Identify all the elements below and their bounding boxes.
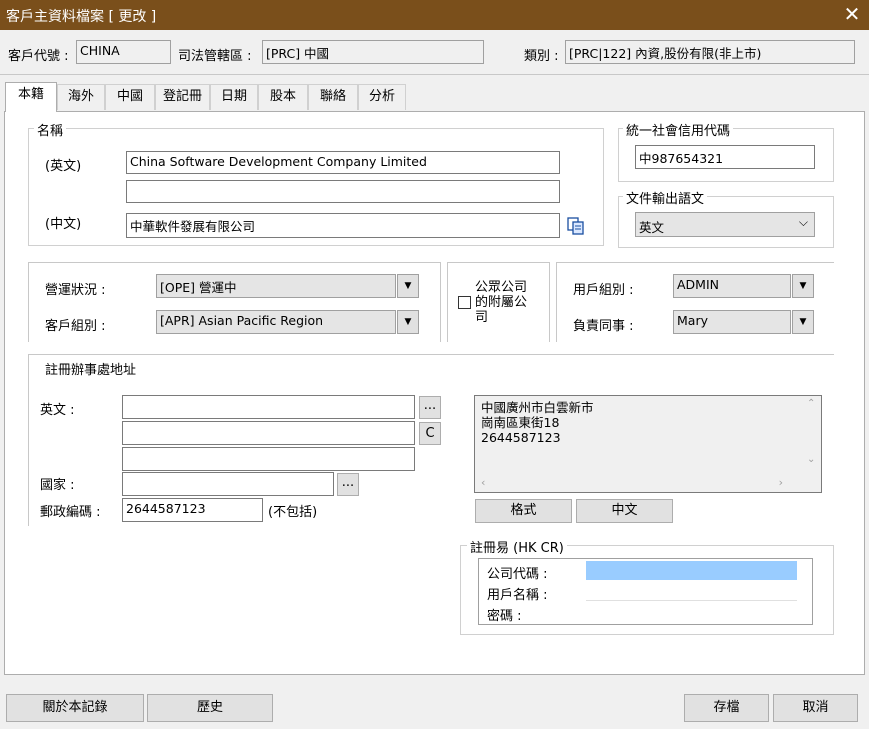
close-icon[interactable]: ✕ xyxy=(839,2,865,28)
client-code-label: 客戶代號 : xyxy=(8,49,69,64)
users-top-line xyxy=(556,262,834,263)
scroll-left-icon[interactable]: ‹ xyxy=(481,476,485,489)
operation-status-label: 營運狀況 : xyxy=(45,283,106,298)
english-name-label: (英文) xyxy=(45,159,82,174)
tab-contact[interactable]: 聯絡 xyxy=(308,84,358,110)
address-line1-input[interactable] xyxy=(122,395,415,419)
chinese-name-label: (中文) xyxy=(45,217,82,232)
subsidiary-top-line xyxy=(447,262,549,263)
country-ellipsis-button[interactable]: ... xyxy=(337,473,359,496)
cancel-button[interactable]: 取消 xyxy=(773,694,858,722)
password-label: 密碼 : xyxy=(487,609,522,624)
user-group-select[interactable]: ADMIN xyxy=(673,274,791,298)
subsidiary-right-line xyxy=(549,262,550,342)
vertical-scrollbar[interactable]: ⌃ ⌄ xyxy=(803,396,821,474)
save-button[interactable]: 存檔 xyxy=(684,694,769,722)
country-input[interactable] xyxy=(122,472,334,496)
tab-dates[interactable]: 日期 xyxy=(210,84,258,110)
header-divider xyxy=(0,74,869,75)
company-code-input[interactable] xyxy=(586,561,797,580)
address-english-label: 英文 : xyxy=(40,403,75,418)
username-label: 用戶名稱 : xyxy=(487,588,548,603)
username-input[interactable] xyxy=(586,582,797,601)
tab-analysis[interactable]: 分析 xyxy=(358,84,406,110)
country-label: 國家 : xyxy=(40,478,75,493)
address-title: 註冊辦事處地址 xyxy=(42,359,140,378)
address-ellipsis-button[interactable]: ... xyxy=(419,396,441,419)
user-group-dropdown-icon[interactable]: ▼ xyxy=(792,274,814,298)
address-top-line xyxy=(28,354,834,355)
tab-china[interactable]: 中國 xyxy=(105,84,155,110)
name-group-title: 名稱 xyxy=(34,120,67,139)
operation-status-select[interactable]: [OPE] 營運中 xyxy=(156,274,396,298)
uscc-input[interactable]: 中987654321 xyxy=(635,145,815,169)
status-left-line xyxy=(28,262,29,342)
category-field: [PRC|122] 內資,股份有限(非上市) xyxy=(565,40,855,64)
tab-overseas[interactable]: 海外 xyxy=(57,84,105,110)
tab-domicile[interactable]: 本籍 xyxy=(5,82,57,112)
chinese-address-text: 中國廣州市白雲新市 崗南區東街18 2644587123 xyxy=(481,400,594,445)
status-right-line xyxy=(440,262,441,342)
history-button[interactable]: 歷史 xyxy=(147,694,273,722)
chinese-address-textarea[interactable]: 中國廣州市白雲新市 崗南區東街18 2644587123 ⌃ ⌄ ‹ › xyxy=(474,395,822,493)
user-group-label: 用戶組別 : xyxy=(573,283,634,298)
output-language-title: 文件輸出語文 xyxy=(623,188,708,207)
in-charge-label: 負責同事 : xyxy=(573,319,634,334)
scroll-right-icon[interactable]: › xyxy=(779,476,783,489)
postal-code-label: 郵政編碼 : xyxy=(40,505,101,520)
format-button[interactable]: 格式 xyxy=(475,499,572,523)
chevron-down-icon: ⌵ xyxy=(798,215,808,229)
tab-register[interactable]: 登記冊 xyxy=(155,84,210,110)
client-group-select[interactable]: [APR] Asian Pacific Region xyxy=(156,310,396,334)
uscc-title: 統一社會信用代碼 xyxy=(623,120,734,139)
public-subsidiary-checkbox[interactable] xyxy=(458,296,471,309)
chinese-button[interactable]: 中文 xyxy=(576,499,673,523)
client-group-dropdown-icon[interactable]: ▼ xyxy=(397,310,419,334)
copy-icon[interactable] xyxy=(565,215,587,237)
jurisdiction-label: 司法管轄區 : xyxy=(178,49,252,64)
about-record-button[interactable]: 關於本記錄 xyxy=(6,694,144,722)
address-c-button[interactable]: C xyxy=(419,422,441,445)
company-code-label: 公司代碼 : xyxy=(487,567,548,582)
jurisdiction-field: [PRC] 中國 xyxy=(262,40,484,64)
in-charge-select[interactable]: Mary xyxy=(673,310,791,334)
window-title: 客戶主資料檔案 [ 更改 ] xyxy=(6,9,157,25)
client-group-label: 客戶組別 : xyxy=(45,319,106,334)
tab-share-capital[interactable]: 股本 xyxy=(258,84,308,110)
users-left-line xyxy=(556,262,557,342)
scroll-down-icon[interactable]: ⌄ xyxy=(807,454,815,465)
address-line3-input[interactable] xyxy=(122,447,415,471)
operation-status-dropdown-icon[interactable]: ▼ xyxy=(397,274,419,298)
status-top-line xyxy=(28,262,440,263)
password-input[interactable] xyxy=(586,603,797,622)
postal-code-note: (不包括) xyxy=(268,505,318,520)
scroll-up-icon[interactable]: ⌃ xyxy=(807,398,815,409)
english-name-line2-input[interactable] xyxy=(126,180,560,203)
postal-code-input[interactable]: 2644587123 xyxy=(122,498,263,522)
address-left-line xyxy=(28,354,29,526)
english-name-line1-input[interactable]: China Software Development Company Limit… xyxy=(126,151,560,174)
output-language-value: 英文 xyxy=(639,220,665,235)
subsidiary-left-line xyxy=(447,262,448,342)
public-subsidiary-label: 公眾公司 的附屬公 司 xyxy=(475,280,528,325)
output-language-select[interactable]: 英文 ⌵ xyxy=(635,212,815,237)
hkcr-title: 註冊易 (HK CR) xyxy=(467,537,567,556)
in-charge-dropdown-icon[interactable]: ▼ xyxy=(792,310,814,334)
horizontal-scrollbar[interactable]: ‹ › xyxy=(475,474,805,492)
category-label: 類別 : xyxy=(524,49,559,64)
client-code-field: CHINA xyxy=(76,40,171,64)
address-line2-input[interactable] xyxy=(122,421,415,445)
title-bar: 客戶主資料檔案 [ 更改 ] ✕ xyxy=(0,0,869,30)
chinese-name-input[interactable]: 中華軟件發展有限公司 xyxy=(126,213,560,238)
